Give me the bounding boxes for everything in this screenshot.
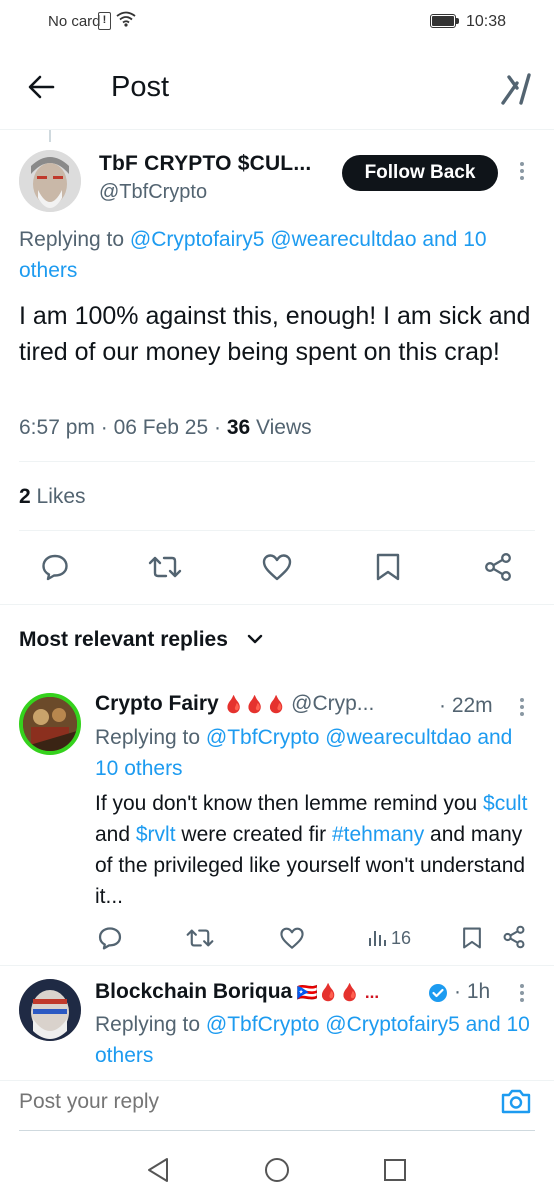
verified-icon (428, 983, 448, 1008)
reply-icon[interactable] (97, 925, 123, 956)
views-count: 36 (226, 416, 251, 439)
like-icon[interactable] (279, 925, 305, 956)
reply-input[interactable] (19, 1090, 419, 1114)
replying-to: Replying to @TbfCrypto @Cryptofairy5 and… (95, 1009, 535, 1064)
more-icon[interactable] (519, 984, 525, 1005)
reply-author-name[interactable]: Crypto Fairy (95, 692, 219, 715)
more-icon[interactable] (519, 698, 525, 719)
reply-text-part: If you don't know then lemme remind you (95, 792, 484, 815)
replying-prefix: Replying to (95, 1013, 206, 1036)
share-icon[interactable] (502, 925, 526, 954)
reply-icon[interactable] (40, 552, 70, 587)
hashtag-link[interactable]: #tehmany (332, 823, 424, 846)
views-label: Views (256, 416, 312, 439)
divider (0, 965, 554, 966)
nav-recents-icon[interactable] (383, 1158, 407, 1187)
back-arrow-icon[interactable] (26, 72, 56, 107)
camera-icon[interactable] (500, 1086, 532, 1121)
follow-back-button[interactable]: Follow Back (342, 155, 498, 191)
author-name[interactable]: TbF CRYPTO $CUL... (99, 152, 311, 176)
avatar[interactable] (19, 979, 81, 1041)
post-time: 6:57 pm (19, 416, 95, 439)
reply-author-name[interactable]: Blockchain Boriqua (95, 980, 292, 1003)
name-emojis: 🇵🇷🩸🩸 ... (296, 983, 380, 1002)
bookmark-icon[interactable] (461, 925, 483, 956)
nav-back-icon[interactable] (146, 1157, 170, 1188)
cashtag-link[interactable]: $rvlt (136, 823, 176, 846)
views-count: 16 (391, 928, 412, 948)
reply-underline (19, 1130, 535, 1131)
reply-time: · 1h (454, 980, 491, 1003)
section-divider (0, 604, 554, 605)
replying-prefix: Replying to (95, 726, 206, 749)
divider (19, 530, 535, 531)
system-nav-bar (0, 1140, 554, 1200)
avatar[interactable] (19, 150, 81, 212)
chevron-down-icon[interactable] (246, 632, 264, 651)
sim-alert-icon: ! (98, 12, 111, 30)
repost-icon[interactable] (148, 552, 182, 587)
author-handle[interactable]: @TbfCrypto (99, 181, 207, 204)
reply-time: · 22m (439, 694, 493, 717)
divider (19, 461, 535, 462)
more-icon[interactable] (519, 162, 525, 183)
reply-text: If you don't know then lemme remind you … (95, 788, 540, 912)
likes-count: 2 (19, 485, 31, 508)
cashtag-link[interactable]: $cult (483, 792, 527, 815)
replying-prefix: Replying to (19, 228, 130, 251)
thread-line (49, 130, 51, 142)
bookmark-icon[interactable] (374, 552, 402, 587)
avatar[interactable] (19, 693, 81, 755)
share-icon[interactable] (483, 552, 513, 587)
wifi-icon (116, 11, 136, 31)
app-header: Post (0, 44, 554, 130)
views-icon[interactable] (368, 927, 388, 952)
reply-text-part: and (95, 823, 136, 846)
like-icon[interactable] (261, 552, 293, 587)
name-emojis: 🩸🩸🩸 (223, 695, 287, 714)
page-title: Post (111, 71, 170, 103)
replies-sort-label[interactable]: Most relevant replies (19, 628, 228, 652)
nav-home-icon[interactable] (264, 1157, 290, 1188)
clock: 10:38 (465, 13, 506, 30)
post-meta: 6:57 pm · 06 Feb 25 · 36 Views (19, 416, 312, 439)
reply-header: Blockchain Boriqua 🇵🇷🩸🩸 ... (95, 980, 379, 1004)
post-date: 06 Feb 25 (113, 416, 209, 439)
battery-tip (456, 18, 459, 24)
battery-icon (430, 14, 456, 28)
post-text: I am 100% against this, enough! I am sic… (19, 302, 531, 366)
likes-link[interactable]: 2 Likes (19, 485, 86, 509)
repost-icon[interactable] (186, 925, 214, 956)
grok-icon[interactable] (500, 72, 534, 111)
reply-author-handle[interactable]: @Cryp... (291, 692, 374, 715)
replying-to: Replying to @TbfCrypto @wearecultdao and… (95, 722, 535, 784)
status-bar: No card ! 10:38 (0, 0, 554, 44)
carrier-label: No card (48, 13, 101, 30)
replying-to: Replying to @Cryptofairy5 @wearecultdao … (19, 224, 549, 286)
reply-text-part: were created fir (175, 823, 332, 846)
likes-label: Likes (36, 485, 86, 508)
